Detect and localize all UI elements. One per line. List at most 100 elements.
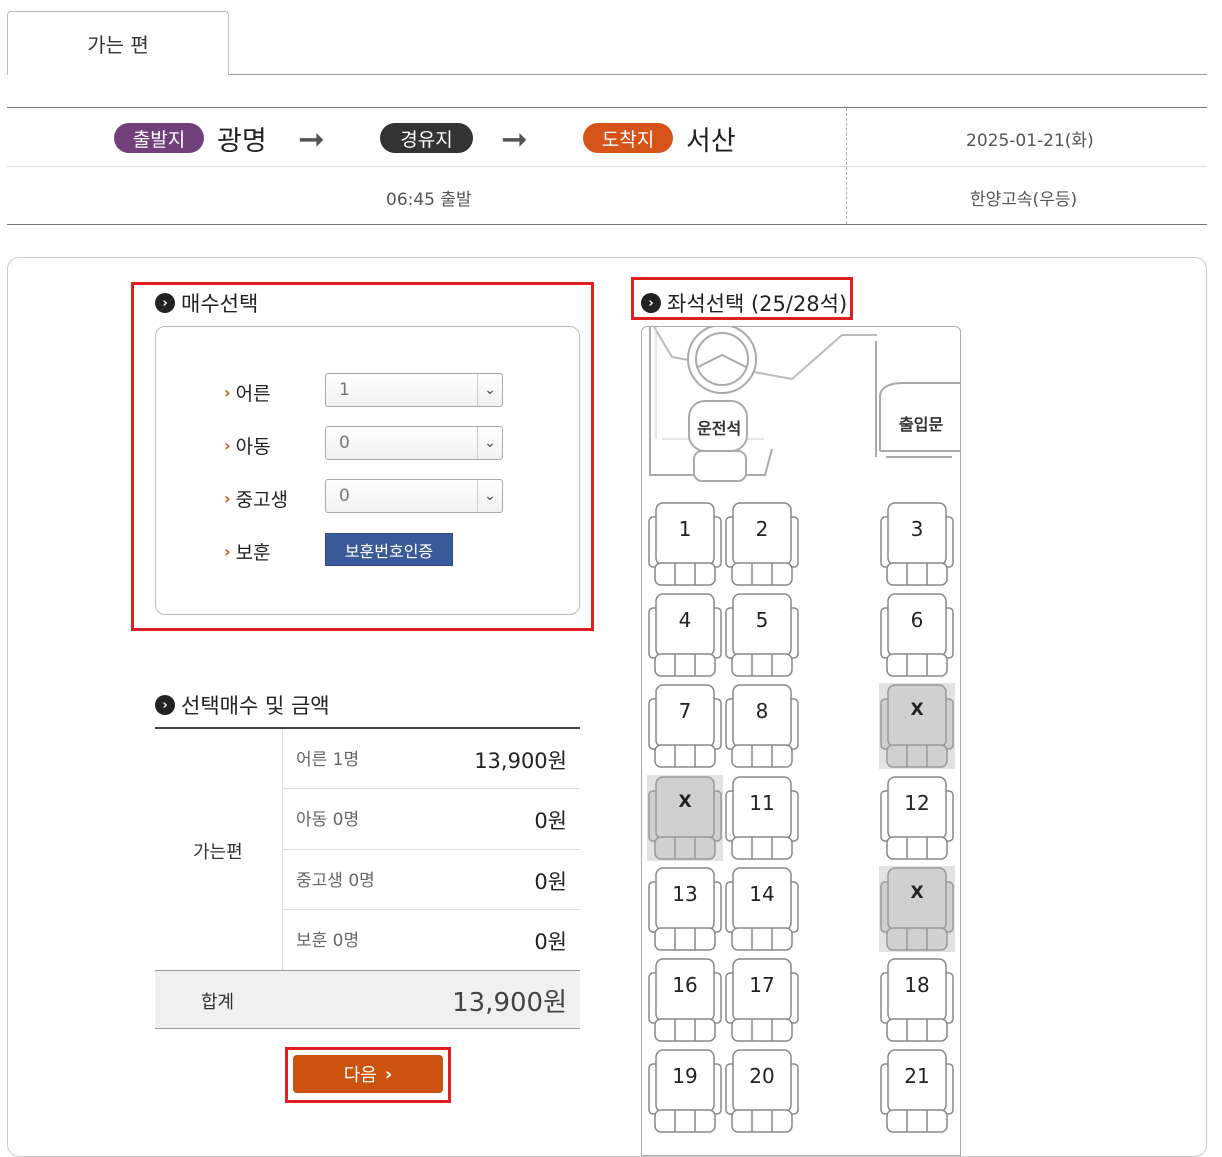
seat-number: 8	[755, 699, 769, 723]
seat-available[interactable]: 20	[724, 1048, 800, 1134]
total-label: 합계	[201, 992, 235, 1013]
seat-number: 14	[749, 882, 775, 906]
seat-number: 4	[678, 608, 692, 632]
seat-unavailable: X	[879, 683, 955, 769]
chevron-circle-icon: ›	[155, 695, 175, 715]
seat-available[interactable]: 13	[647, 866, 723, 952]
seat-available[interactable]: 11	[724, 775, 800, 861]
arrival-badge: 도착지	[583, 123, 673, 153]
seat-available[interactable]: 12	[879, 775, 955, 861]
student-label: › 중고생	[224, 485, 288, 512]
departure-badge: 출발지	[114, 123, 204, 153]
tab-outbound[interactable]: 가는 편	[7, 11, 229, 75]
next-button-label: 다음	[343, 1065, 377, 1086]
seat-number: 21	[904, 1064, 930, 1088]
arrow-right-icon: ➞	[298, 120, 325, 158]
seat-number: 16	[672, 973, 698, 997]
chevron-down-icon: ⌄	[477, 427, 502, 459]
seat-available[interactable]: 16	[647, 957, 723, 1043]
summary-table-top	[155, 727, 580, 729]
seat-number: 5	[755, 608, 769, 632]
summary-row-value: 13,900원	[474, 749, 567, 773]
seat-available[interactable]: 14	[724, 866, 800, 952]
seat-available[interactable]: 2	[724, 501, 800, 587]
summary-row-value: 0원	[534, 870, 567, 894]
summary-title-text: 선택매수 및 금액	[181, 694, 330, 718]
seat-icon	[880, 1049, 954, 1133]
departure-place: 광명	[217, 126, 267, 157]
seat-icon	[725, 593, 799, 677]
child-label-text: 아동	[235, 436, 271, 458]
seat-icon	[880, 867, 954, 951]
seat-grid: 1 2 3 4 5 6 7 8 X X 11 12 13 14 X 16 17 18 19 20 21	[641, 326, 961, 1140]
summary-row-label: 중고생 0명	[296, 871, 375, 891]
seat-available[interactable]: 3	[879, 501, 955, 587]
adult-label-text: 어른	[235, 383, 271, 405]
quantity-panel	[155, 326, 580, 615]
seat-number: 20	[749, 1064, 775, 1088]
departure-time: 06:45 출발	[386, 190, 472, 210]
seat-icon	[880, 593, 954, 677]
seat-available[interactable]: 6	[879, 592, 955, 678]
seat-available[interactable]: 21	[879, 1048, 955, 1134]
seat-available[interactable]: 4	[647, 592, 723, 678]
seat-number: 18	[904, 973, 930, 997]
chevron-down-icon: ⌄	[477, 374, 502, 406]
seat-icon	[880, 502, 954, 586]
seat-icon	[725, 1049, 799, 1133]
seat-icon	[648, 776, 722, 860]
route-row-divider	[7, 166, 1207, 167]
veteran-label-text: 보훈	[235, 542, 271, 564]
adult-select-value: 1	[339, 380, 350, 400]
seat-icon	[648, 867, 722, 951]
summary-row-divider	[283, 849, 580, 850]
seat-number: 17	[749, 973, 775, 997]
seat-available[interactable]: 17	[724, 957, 800, 1043]
seat-available[interactable]: 1	[647, 501, 723, 587]
seat-available[interactable]: 8	[724, 683, 800, 769]
summary-row-divider	[283, 909, 580, 910]
student-select[interactable]: 0 ⌄	[325, 479, 503, 513]
departure-date: 2025-01-21(화)	[966, 131, 1094, 151]
tab-divider	[229, 74, 1207, 75]
seat-icon	[648, 958, 722, 1042]
chevron-down-icon: ⌄	[477, 480, 502, 512]
seat-icon	[725, 502, 799, 586]
arrival-place: 서산	[686, 126, 736, 157]
seat-number: X	[910, 883, 924, 903]
seat-section-title: › 좌석선택 (25/28석)	[641, 288, 847, 318]
child-label: › 아동	[224, 432, 271, 459]
chevron-right-icon: ›	[224, 436, 231, 455]
seat-unavailable: X	[879, 866, 955, 952]
seat-unavailable: X	[647, 775, 723, 861]
student-select-value: 0	[339, 486, 350, 506]
via-badge: 경유지	[380, 123, 473, 153]
tab-label: 가는 편	[87, 33, 149, 57]
quantity-title-text: 매수선택	[181, 292, 259, 316]
child-select-value: 0	[339, 433, 350, 453]
student-label-text: 중고생	[235, 489, 289, 511]
seat-number: 11	[749, 791, 775, 815]
veteran-verify-button[interactable]: 보훈번호인증	[325, 533, 453, 566]
chevron-circle-icon: ›	[641, 293, 661, 313]
child-select[interactable]: 0 ⌄	[325, 426, 503, 460]
adult-select[interactable]: 1 ⌄	[325, 373, 503, 407]
total-amount: 13,900원	[452, 988, 567, 1018]
seat-number: X	[678, 792, 692, 812]
seat-number: 13	[672, 882, 698, 906]
chevron-circle-icon: ›	[155, 293, 175, 313]
seat-number: 3	[910, 517, 924, 541]
seat-icon	[648, 1049, 722, 1133]
seat-icon	[880, 958, 954, 1042]
arrow-right-icon: ➞	[501, 120, 528, 158]
seat-available[interactable]: 19	[647, 1048, 723, 1134]
seat-available[interactable]: 18	[879, 957, 955, 1043]
seat-number: 19	[672, 1064, 698, 1088]
seat-available[interactable]: 7	[647, 683, 723, 769]
seat-number: 2	[755, 517, 769, 541]
seat-icon	[648, 502, 722, 586]
adult-label: › 어른	[224, 379, 271, 406]
next-button[interactable]: 다음 ›	[293, 1055, 443, 1093]
veteran-label: › 보훈	[224, 538, 271, 565]
seat-available[interactable]: 5	[724, 592, 800, 678]
